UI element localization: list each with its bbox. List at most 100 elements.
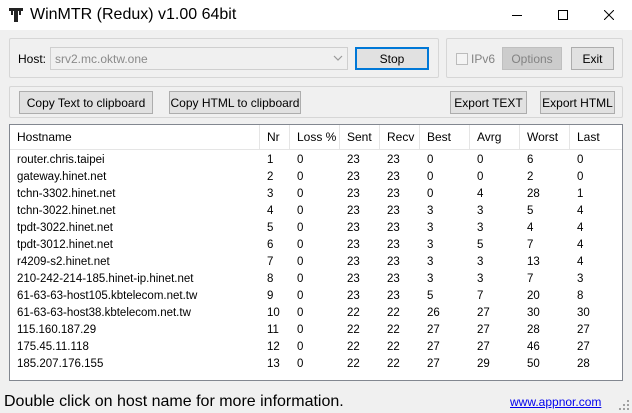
cell-best: 0 <box>427 188 434 200</box>
column-header-sent[interactable]: Sent <box>340 125 380 150</box>
cell-recv: 23 <box>387 171 400 183</box>
column-header-hostname[interactable]: Hostname <box>10 125 260 150</box>
cell-loss: 0 <box>297 188 304 200</box>
cell-nr: 4 <box>267 205 274 217</box>
cell-loss: 0 <box>297 239 304 251</box>
table-row[interactable]: gateway.hinet.net 2 0 23 23 0 0 2 0 <box>10 169 622 186</box>
cell-hostname[interactable]: 115.160.187.29 <box>10 322 96 339</box>
cell-last: 27 <box>577 324 590 336</box>
resize-grip-icon[interactable] <box>619 400 630 411</box>
cell-nr: 3 <box>267 188 274 200</box>
table-row[interactable]: r4209-s2.hinet.net 7 0 23 23 3 3 13 4 <box>10 254 622 271</box>
cell-nr: 11 <box>267 324 279 336</box>
cell-loss: 0 <box>297 222 304 234</box>
stop-button[interactable]: Stop <box>355 47 429 70</box>
column-header-last[interactable]: Last <box>570 125 622 150</box>
export-html-button[interactable]: Export HTML <box>540 91 615 114</box>
table-row[interactable]: 61-63-63-host38.kbtelecom.net.tw 10 0 22 22 2… <box>10 305 622 322</box>
results-table[interactable]: Hostname Nr Loss % Sent Recv Best Avrg W… <box>9 124 623 381</box>
appnor-link[interactable]: www.appnor.com <box>510 395 601 409</box>
cell-last: 4 <box>577 205 584 217</box>
table-row[interactable]: 61-63-63-host105.kbtelecom.net.tw 9 0 23 23 5… <box>10 288 622 305</box>
cell-avrg: 3 <box>477 222 484 234</box>
column-header-best[interactable]: Best <box>420 125 470 150</box>
copy-text-button[interactable]: Copy Text to clipboard <box>19 91 153 114</box>
cell-hostname[interactable]: tchn-3022.hinet.net <box>10 203 115 220</box>
table-row[interactable]: 175.45.11.118 12 0 22 22 27 27 46 27 <box>10 339 622 356</box>
cell-nr: 5 <box>267 222 274 234</box>
cell-hostname[interactable]: 185.207.176.155 <box>10 356 103 373</box>
cell-best: 27 <box>427 358 440 370</box>
cell-nr: 10 <box>267 307 280 319</box>
host-combobox[interactable]: srv2.mc.oktw.one <box>50 47 348 70</box>
cell-loss: 0 <box>297 341 304 353</box>
status-message: Double click on host name for more infor… <box>4 393 344 410</box>
options-button[interactable]: Options <box>502 47 562 70</box>
chevron-down-icon <box>333 55 343 61</box>
cell-recv: 23 <box>387 205 400 217</box>
cell-last: 4 <box>577 222 584 234</box>
cell-recv: 23 <box>387 222 400 234</box>
cell-loss: 0 <box>297 307 304 319</box>
cell-sent: 22 <box>347 307 360 319</box>
cell-sent: 22 <box>347 358 360 370</box>
cell-recv: 23 <box>387 154 400 166</box>
cell-hostname[interactable]: gateway.hinet.net <box>10 169 106 186</box>
ipv6-checkbox[interactable] <box>456 53 468 65</box>
cell-nr: 7 <box>267 256 274 268</box>
cell-loss: 0 <box>297 273 304 285</box>
cell-recv: 22 <box>387 324 400 336</box>
exit-button[interactable]: Exit <box>571 47 614 70</box>
table-row[interactable]: 115.160.187.29 11 0 22 22 27 27 28 27 <box>10 322 622 339</box>
cell-hostname[interactable]: 61-63-63-host105.kbtelecom.net.tw <box>10 288 197 305</box>
table-row[interactable]: tchn-3022.hinet.net 4 0 23 23 3 3 5 4 <box>10 203 622 220</box>
cell-loss: 0 <box>297 256 304 268</box>
cell-worst: 28 <box>527 188 540 200</box>
ipv6-label: IPv6 <box>471 52 496 66</box>
cell-hostname[interactable]: 61-63-63-host38.kbtelecom.net.tw <box>10 305 191 322</box>
cell-recv: 22 <box>387 341 400 353</box>
cell-sent: 23 <box>347 188 360 200</box>
table-row[interactable]: 185.207.176.155 13 0 22 22 27 29 50 28 <box>10 356 622 373</box>
table-row[interactable]: tpdt-3022.hinet.net 5 0 23 23 3 3 4 4 <box>10 220 622 237</box>
cell-avrg: 27 <box>477 324 490 336</box>
cell-loss: 0 <box>297 154 304 166</box>
cell-last: 27 <box>577 341 590 353</box>
host-value: srv2.mc.oktw.one <box>55 52 148 66</box>
minimize-icon <box>512 15 522 16</box>
table-row[interactable]: tpdt-3012.hinet.net 6 0 23 23 3 5 7 4 <box>10 237 622 254</box>
minimize-button[interactable] <box>494 0 540 30</box>
cell-hostname[interactable]: 175.45.11.118 <box>10 339 89 356</box>
cell-sent: 23 <box>347 239 360 251</box>
cell-hostname[interactable]: tpdt-3012.hinet.net <box>10 237 113 254</box>
cell-hostname[interactable]: 210-242-214-185.hinet-ip.hinet.net <box>10 271 193 288</box>
cell-hostname[interactable]: tpdt-3022.hinet.net <box>10 220 113 237</box>
cell-last: 4 <box>577 239 584 251</box>
window-title: WinMTR (Redux) v1.00 64bit <box>30 6 237 23</box>
cell-avrg: 3 <box>477 256 484 268</box>
maximize-button[interactable] <box>540 0 586 30</box>
cell-hostname[interactable]: router.chris.taipei <box>10 152 105 169</box>
column-header-loss[interactable]: Loss % <box>290 125 340 150</box>
table-row[interactable]: 210-242-214-185.hinet-ip.hinet.net 8 0 23 23… <box>10 271 622 288</box>
table-row[interactable]: tchn-3302.hinet.net 3 0 23 23 0 4 28 1 <box>10 186 622 203</box>
cell-best: 3 <box>427 256 434 268</box>
cell-hostname[interactable]: r4209-s2.hinet.net <box>10 254 110 271</box>
export-text-button[interactable]: Export TEXT <box>450 91 527 114</box>
cell-hostname[interactable]: tchn-3302.hinet.net <box>10 186 115 203</box>
column-header-nr[interactable]: Nr <box>260 125 290 150</box>
cell-loss: 0 <box>297 171 304 183</box>
column-header-worst[interactable]: Worst <box>520 125 570 150</box>
cell-avrg: 5 <box>477 239 484 251</box>
table-row[interactable]: router.chris.taipei 1 0 23 23 0 0 6 0 <box>10 152 622 169</box>
cell-sent: 22 <box>347 324 360 336</box>
close-button[interactable] <box>586 0 632 30</box>
cell-avrg: 29 <box>477 358 490 370</box>
copy-html-button[interactable]: Copy HTML to clipboard <box>169 91 301 114</box>
cell-worst: 13 <box>527 256 540 268</box>
title-bar: WinMTR (Redux) v1.00 64bit <box>0 0 632 30</box>
column-header-avrg[interactable]: Avrg <box>470 125 520 150</box>
column-header-recv[interactable]: Recv <box>380 125 420 150</box>
cell-loss: 0 <box>297 358 304 370</box>
cell-nr: 6 <box>267 239 274 251</box>
